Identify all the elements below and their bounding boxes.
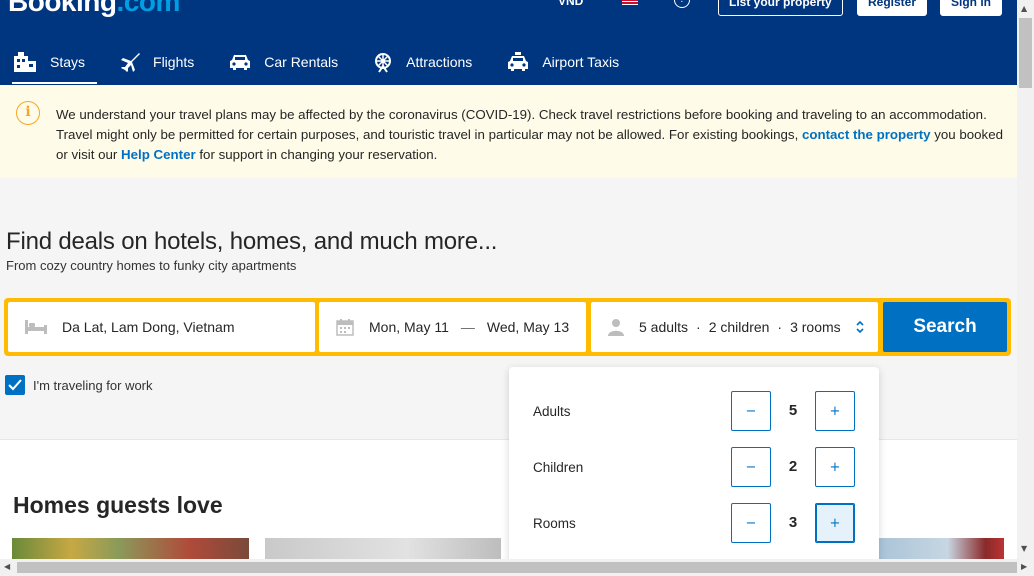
adults-decrease-button[interactable]: −: [731, 391, 771, 431]
calendar-icon: [336, 319, 354, 336]
bed-icon: [25, 320, 47, 334]
children-increase-button[interactable]: +: [815, 447, 855, 487]
us-flag-icon[interactable]: [622, 0, 638, 5]
adults-summary: 5 adults: [639, 319, 689, 335]
main-nav: Stays Flights Car Rentals Attractions Ai…: [0, 38, 641, 85]
info-icon: i: [16, 101, 40, 125]
nav-stays[interactable]: Stays: [0, 38, 98, 85]
taxi-icon: [508, 51, 529, 71]
contact-property-link[interactable]: contact the property: [802, 127, 931, 142]
nav-attractions[interactable]: Attractions: [360, 38, 484, 85]
children-decrease-button[interactable]: −: [731, 447, 771, 487]
notice-text: We understand your travel plans may be a…: [56, 107, 1003, 162]
person-icon: [608, 319, 624, 336]
help-icon[interactable]: ?: [674, 0, 690, 8]
search-button[interactable]: Search: [883, 302, 1007, 352]
rooms-value: 3: [788, 514, 798, 531]
nav-flights[interactable]: Flights: [107, 38, 206, 85]
car-icon: [230, 54, 251, 70]
nav-airport-taxis[interactable]: Airport Taxis: [494, 38, 631, 85]
bed-icon: [14, 51, 36, 72]
attractions-icon: [375, 52, 392, 73]
vertical-scrollbar[interactable]: ▲ ▼: [1017, 0, 1034, 559]
vertical-scroll-thumb[interactable]: [1019, 18, 1032, 88]
dates-field[interactable]: Mon, May 11 — Wed, May 13: [319, 302, 586, 352]
rooms-decrease-button[interactable]: −: [731, 503, 771, 543]
adults-value: 5: [788, 402, 798, 419]
scroll-right-icon[interactable]: ▶: [1021, 562, 1027, 571]
chevron-updown-icon: [856, 320, 864, 334]
nav-car-rentals-label: Car Rentals: [264, 53, 339, 70]
currency-selector[interactable]: VND: [558, 0, 583, 8]
date-dash: —: [460, 319, 475, 335]
nav-stays-label: Stays: [50, 53, 86, 70]
hero-subtitle: From cozy country homes to funky city ap…: [6, 258, 297, 273]
plane-icon: [121, 52, 141, 72]
list-property-button[interactable]: List your property: [718, 0, 843, 16]
homes-section-title: Homes guests love: [13, 492, 223, 518]
children-summary: 2 children: [708, 319, 770, 335]
work-travel-option[interactable]: I'm traveling for work: [5, 375, 153, 395]
scroll-down-icon[interactable]: ▼: [1021, 544, 1027, 553]
rooms-summary: 3 rooms: [790, 319, 841, 335]
scroll-left-icon[interactable]: ◀: [4, 562, 10, 571]
destination-value: Da Lat, Lam Dong, Vietnam: [62, 319, 235, 335]
site-header: Booking.com VND ? List your property Reg…: [0, 0, 1017, 85]
horizontal-scroll-thumb[interactable]: [17, 562, 1017, 573]
adults-row: Adults − 5 +: [533, 391, 855, 431]
rooms-row: Rooms − 3 +: [533, 503, 855, 543]
logo-dot-text: .com: [116, 0, 181, 17]
guests-popover: Adults − 5 + Children − 2 + Rooms − 3 +: [509, 367, 879, 567]
register-button[interactable]: Register: [857, 0, 928, 16]
guests-field[interactable]: 5 adults · 2 children · 3 rooms: [591, 302, 878, 352]
adults-increase-button[interactable]: +: [815, 391, 855, 431]
hero-title: Find deals on hotels, homes, and much mo…: [6, 228, 498, 255]
scroll-up-icon[interactable]: ▲: [1021, 4, 1027, 13]
booking-logo[interactable]: Booking.com: [8, 0, 180, 18]
checkmark-icon: [8, 379, 22, 391]
destination-field[interactable]: Da Lat, Lam Dong, Vietnam: [8, 302, 315, 352]
sign-in-button[interactable]: Sign in: [940, 0, 1002, 16]
work-travel-checkbox[interactable]: [5, 375, 25, 395]
rooms-increase-button[interactable]: +: [815, 503, 855, 543]
nav-flights-label: Flights: [153, 53, 195, 70]
nav-car-rentals[interactable]: Car Rentals: [216, 38, 350, 85]
covid-notice: i We understand your travel plans may be…: [0, 85, 1017, 178]
help-center-link[interactable]: Help Center: [121, 147, 196, 162]
horizontal-scrollbar[interactable]: ◀ ▶: [0, 559, 1034, 576]
nav-airport-taxis-label: Airport Taxis: [542, 53, 620, 70]
children-value: 2: [788, 458, 798, 475]
nav-attractions-label: Attractions: [406, 53, 473, 70]
checkout-value[interactable]: Wed, May 13: [487, 319, 569, 335]
work-travel-label: I'm traveling for work: [33, 377, 153, 393]
logo-main-text: Booking: [8, 0, 117, 17]
search-bar: Da Lat, Lam Dong, Vietnam Mon, May 11 — …: [4, 298, 1011, 356]
checkin-value[interactable]: Mon, May 11: [369, 319, 449, 335]
children-row: Children − 2 +: [533, 447, 855, 487]
